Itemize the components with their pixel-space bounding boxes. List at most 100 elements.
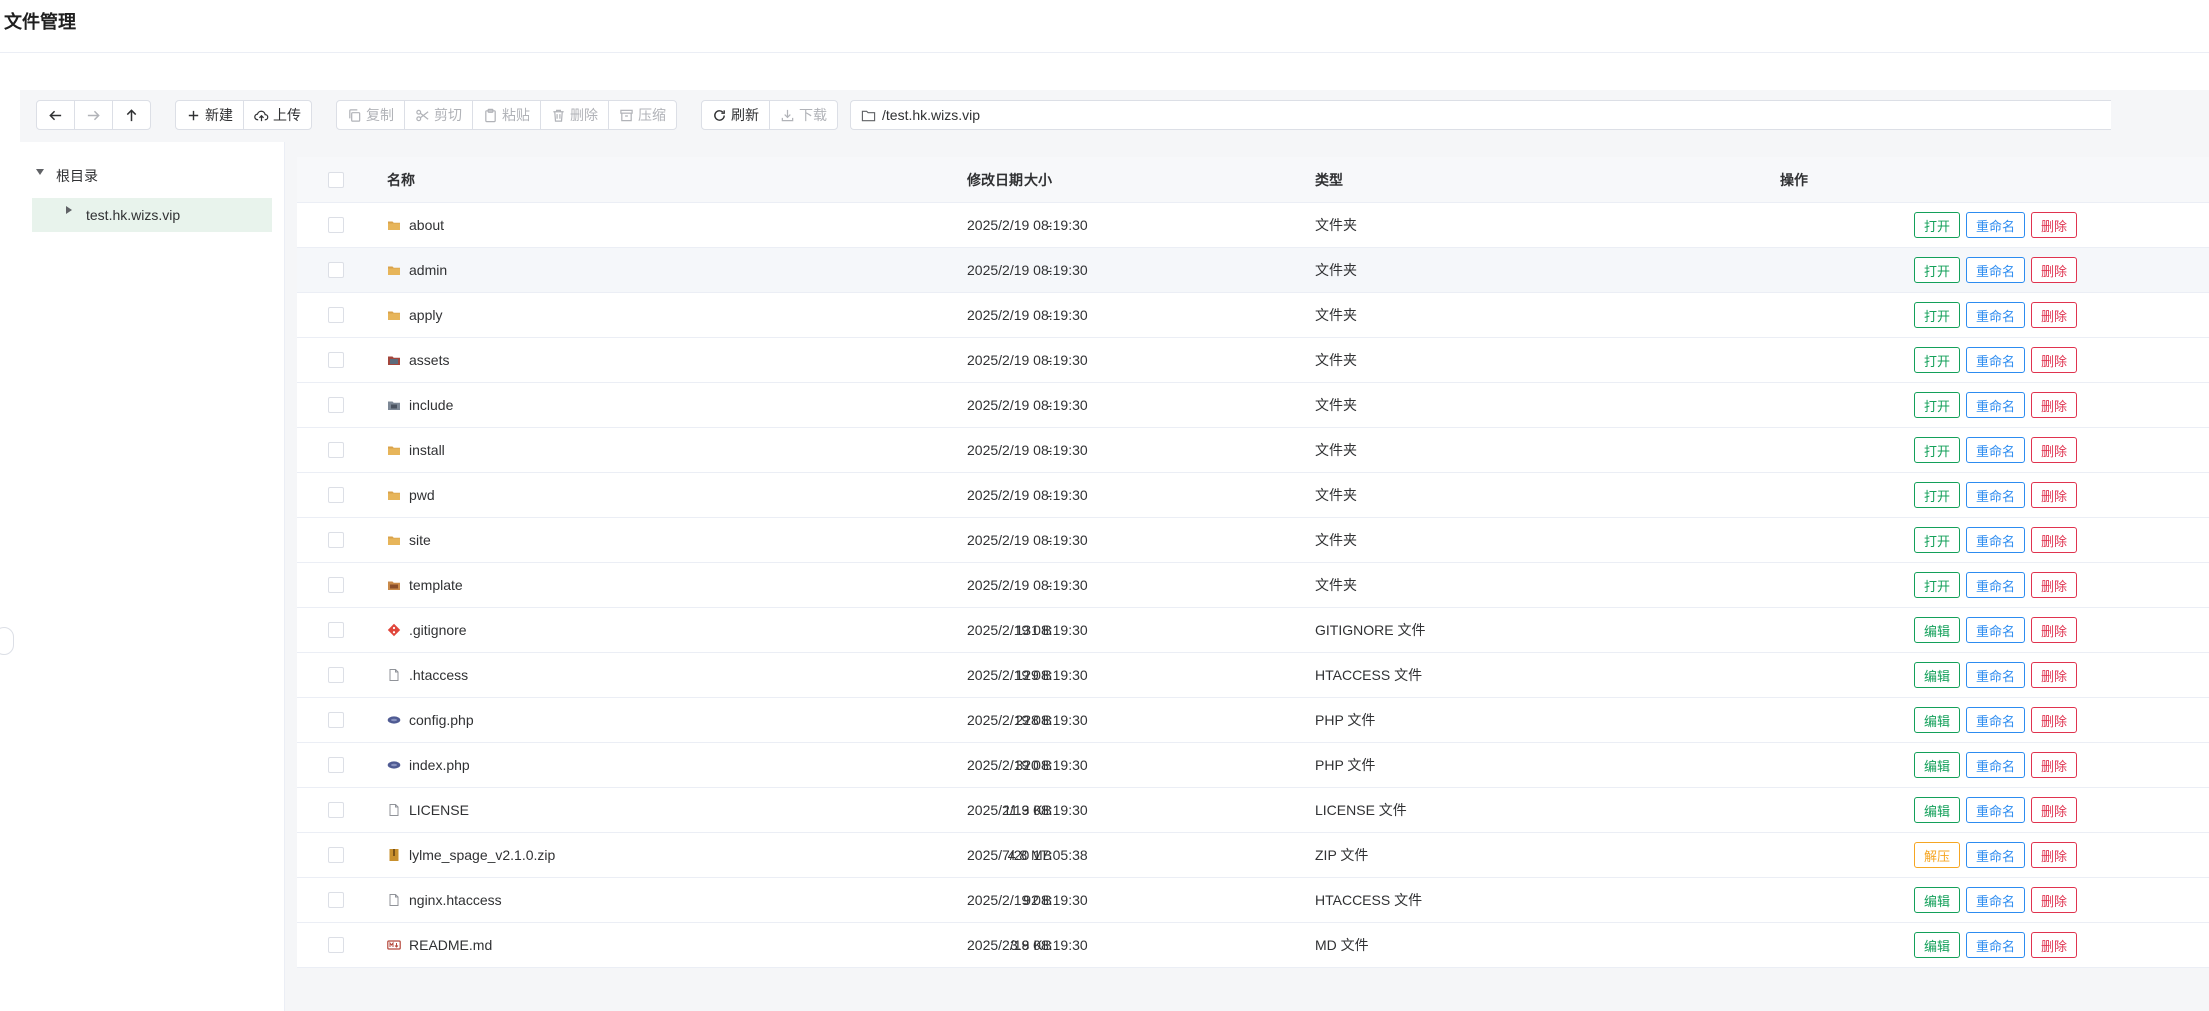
download-button[interactable]: 下载 [769,101,837,129]
row-checkbox[interactable] [328,667,344,683]
row-checkbox[interactable] [328,307,344,323]
open-button[interactable]: 打开 [1914,437,1961,463]
open-button[interactable]: 打开 [1914,527,1961,553]
edit-button[interactable]: 编辑 [1914,707,1961,733]
row-checkbox[interactable] [328,892,344,908]
table-row[interactable]: site 2025/2/19 08:19:30 文件夹 - 打开 重命名 删除 [297,518,2209,563]
delete-row-button[interactable]: 删除 [2031,662,2078,688]
path-input[interactable]: /test.hk.wizs.vip [850,100,2111,130]
edit-button[interactable]: 编辑 [1914,797,1961,823]
row-checkbox[interactable] [328,577,344,593]
edit-button[interactable]: 编辑 [1914,752,1961,778]
rename-button[interactable]: 重命名 [1966,797,2026,823]
table-row[interactable]: README.md 2025/2/19 08:19:30 MD 文件 3.8 KB 编辑… [297,923,2209,968]
row-checkbox[interactable] [328,262,344,278]
delete-row-button[interactable]: 删除 [2031,482,2078,508]
open-button[interactable]: 打开 [1914,257,1961,283]
delete-row-button[interactable]: 删除 [2031,212,2078,238]
cut-button[interactable]: 剪切 [404,101,472,129]
select-all-checkbox[interactable] [328,171,344,188]
delete-row-button[interactable]: 删除 [2031,752,2078,778]
tree-node-site[interactable]: test.hk.wizs.vip [32,198,272,232]
delete-row-button[interactable]: 删除 [2031,257,2078,283]
file-name-cell[interactable]: template [387,577,463,593]
delete-row-button[interactable]: 删除 [2031,707,2078,733]
file-name-cell[interactable]: include [387,397,453,413]
table-row[interactable]: lylme_spage_v2.1.0.zip 2025/7/20 17:05:38… [297,833,2209,878]
open-button[interactable]: 打开 [1914,482,1961,508]
edit-button[interactable]: 编辑 [1914,662,1961,688]
open-button[interactable]: 打开 [1914,572,1961,598]
row-checkbox[interactable] [328,352,344,368]
row-checkbox[interactable] [328,712,344,728]
delete-row-button[interactable]: 删除 [2031,437,2078,463]
refresh-button[interactable]: 刷新 [702,101,769,129]
table-row[interactable]: include 2025/2/19 08:19:30 文件夹 - 打开 重命名 删除 [297,383,2209,428]
table-row[interactable]: .gitignore 2025/2/19 08:19:30 GITIGNORE 文件… [297,608,2209,653]
file-name-cell[interactable]: .htaccess [387,667,468,683]
header-name[interactable]: 名称 [387,170,415,190]
file-name-cell[interactable]: admin [387,262,447,278]
delete-row-button[interactable]: 删除 [2031,302,2078,328]
file-name-cell[interactable]: about [387,217,444,233]
open-button[interactable]: 打开 [1914,302,1961,328]
delete-button[interactable]: 删除 [540,101,608,129]
table-row[interactable]: assets 2025/2/19 08:19:30 文件夹 - 打开 重命名 删除 [297,338,2209,383]
header-size[interactable]: 大小 [1024,170,1052,190]
file-name-cell[interactable]: README.md [387,937,492,953]
upload-button[interactable]: 上传 [243,101,311,129]
open-button[interactable]: 打开 [1914,212,1961,238]
rename-button[interactable]: 重命名 [1966,302,2026,328]
table-row[interactable]: apply 2025/2/19 08:19:30 文件夹 - 打开 重命名 删除 [297,293,2209,338]
rename-button[interactable]: 重命名 [1966,932,2026,958]
row-checkbox[interactable] [328,757,344,773]
rename-button[interactable]: 重命名 [1966,482,2026,508]
rename-button[interactable]: 重命名 [1966,572,2026,598]
rename-button[interactable]: 重命名 [1966,842,2026,868]
row-checkbox[interactable] [328,217,344,233]
table-row[interactable]: install 2025/2/19 08:19:30 文件夹 - 打开 重命名 删除 [297,428,2209,473]
table-row[interactable]: config.php 2025/2/19 08:19:30 PHP 文件 228 B编… [297,698,2209,743]
up-button[interactable] [112,101,150,129]
header-type[interactable]: 类型 [1315,170,1343,190]
row-checkbox[interactable] [328,442,344,458]
table-row[interactable]: pwd 2025/2/19 08:19:30 文件夹 - 打开 重命名 删除 [297,473,2209,518]
row-checkbox[interactable] [328,802,344,818]
delete-row-button[interactable]: 删除 [2031,617,2078,643]
file-name-cell[interactable]: pwd [387,487,435,503]
file-name-cell[interactable]: .gitignore [387,622,467,638]
file-name-cell[interactable]: install [387,442,445,458]
file-name-cell[interactable]: index.php [387,757,470,773]
file-name-cell[interactable]: apply [387,307,442,323]
edit-button[interactable]: 编辑 [1914,887,1961,913]
table-row[interactable]: nginx.htaccess 2025/2/19 08:19:30 HTACCESS… [297,878,2209,923]
row-checkbox[interactable] [328,487,344,503]
tree-node-root[interactable]: 根目录 [36,166,98,186]
row-checkbox[interactable] [328,937,344,953]
delete-row-button[interactable]: 删除 [2031,932,2078,958]
row-checkbox[interactable] [328,847,344,863]
delete-row-button[interactable]: 删除 [2031,392,2078,418]
table-row[interactable]: index.php 2025/2/19 08:19:30 PHP 文件 320 B 编辑… [297,743,2209,788]
rename-button[interactable]: 重命名 [1966,212,2026,238]
compress-button[interactable]: 压缩 [608,101,676,129]
delete-row-button[interactable]: 删除 [2031,347,2078,373]
table-row[interactable]: admin 2025/2/19 08:19:30 文件夹 - 打开 重命名 删除 [297,248,2209,293]
file-name-cell[interactable]: site [387,532,431,548]
rename-button[interactable]: 重命名 [1966,707,2026,733]
caret-down-icon[interactable] [36,169,44,175]
row-checkbox[interactable] [328,397,344,413]
caret-right-icon[interactable] [66,206,72,214]
rename-button[interactable]: 重命名 [1966,662,2026,688]
open-button[interactable]: 打开 [1914,392,1961,418]
rename-button[interactable]: 重命名 [1966,437,2026,463]
paste-button[interactable]: 粘贴 [472,101,540,129]
copy-button[interactable]: 复制 [337,101,404,129]
file-name-cell[interactable]: LICENSE [387,802,469,818]
row-checkbox[interactable] [328,622,344,638]
rename-button[interactable]: 重命名 [1966,347,2026,373]
open-button[interactable]: 打开 [1914,347,1961,373]
file-name-cell[interactable]: assets [387,352,449,368]
rename-button[interactable]: 重命名 [1966,752,2026,778]
file-name-cell[interactable]: lylme_spage_v2.1.0.zip [387,847,555,863]
